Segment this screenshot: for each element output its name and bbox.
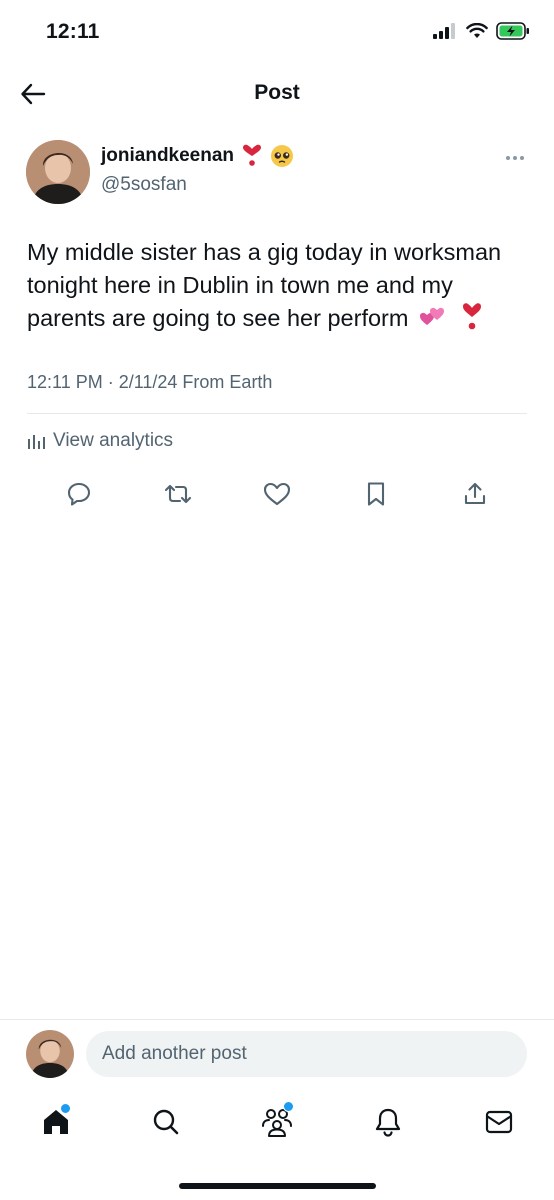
post-text-line: parents are going to see her perform — [27, 305, 409, 331]
post-text-line-last: parents are going to see her perform — [27, 302, 527, 335]
repost-button[interactable] — [162, 478, 194, 510]
pleading-face-emoji — [271, 145, 294, 167]
tab-home[interactable] — [38, 1103, 74, 1140]
share-button[interactable] — [459, 478, 491, 510]
user-avatar[interactable] — [26, 1030, 74, 1078]
battery-charging-icon — [496, 22, 529, 40]
more-dot-icon — [513, 156, 517, 160]
repost-icon — [164, 484, 192, 504]
post-timestamp: 12:11 PM · 2/11/24 From Earth — [27, 372, 273, 392]
reply-input[interactable]: Add another post — [86, 1031, 527, 1077]
communities-notification-dot — [283, 1101, 294, 1112]
post-text-line: tonight here in Dublin in town me and my — [27, 272, 453, 298]
page-title: Post — [254, 81, 300, 104]
analytics-icon — [28, 435, 45, 449]
author-display-name[interactable]: joniandkeenan — [101, 145, 234, 167]
tab-search[interactable] — [148, 1104, 184, 1140]
wifi-icon — [466, 23, 488, 38]
revolving-hearts-emoji — [419, 307, 444, 325]
author-avatar[interactable] — [26, 140, 90, 204]
like-button[interactable] — [261, 478, 293, 510]
divider — [27, 413, 527, 414]
reply-button[interactable] — [63, 478, 95, 510]
more-dot-icon — [506, 156, 510, 160]
author-handle[interactable]: @5sosfan — [101, 174, 187, 196]
bookmark-button[interactable] — [360, 478, 392, 510]
view-analytics-link[interactable]: View analytics — [27, 430, 173, 452]
author-name-row[interactable]: joniandkeenan — [101, 144, 294, 168]
post-text-line: My middle sister has a gig today in work… — [27, 239, 502, 265]
reply-icon — [67, 482, 91, 506]
post-actions — [0, 478, 554, 510]
messages-icon — [485, 1110, 513, 1134]
tab-notifications[interactable] — [370, 1104, 406, 1140]
heart-exclamation-emoji — [243, 144, 262, 166]
status-time: 12:11 — [46, 20, 100, 43]
post-body: My middle sister has a gig today in work… — [27, 236, 527, 335]
more-options-button[interactable] — [506, 156, 524, 160]
heart-exclamation-emoji — [462, 303, 481, 330]
bookmark-icon — [367, 482, 385, 506]
analytics-label[interactable]: View analytics — [53, 430, 173, 452]
composer-divider — [0, 1019, 554, 1020]
notifications-icon — [375, 1108, 401, 1137]
status-icons — [432, 22, 530, 40]
home-indicator[interactable] — [179, 1183, 376, 1189]
more-dot-icon — [520, 156, 524, 160]
tab-messages[interactable] — [481, 1104, 517, 1140]
search-icon — [153, 1109, 179, 1135]
home-notification-dot — [60, 1103, 71, 1114]
cellular-signal-icon — [433, 23, 455, 39]
reply-input-placeholder: Add another post — [102, 1043, 247, 1064]
share-icon — [464, 482, 486, 505]
like-icon — [263, 482, 291, 506]
tab-communities[interactable] — [259, 1101, 295, 1140]
